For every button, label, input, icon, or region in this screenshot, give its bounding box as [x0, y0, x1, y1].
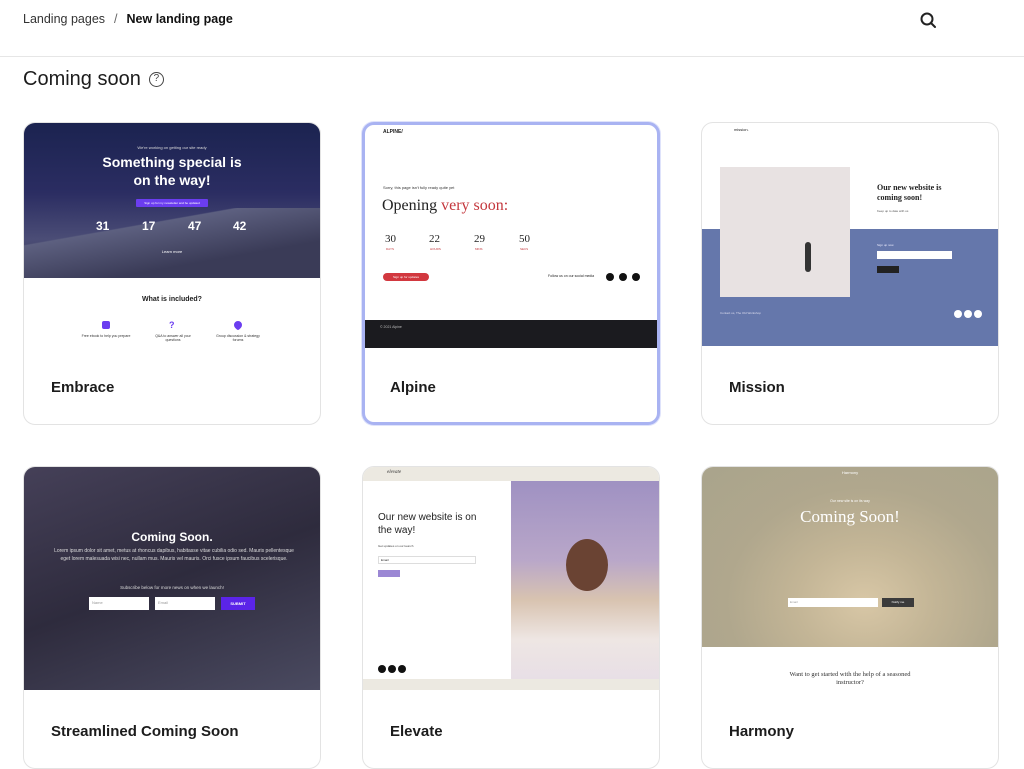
preview-follow: Follow us on our social media [548, 274, 595, 278]
template-preview: Harmony Our new site is on its way Comin… [702, 467, 998, 690]
search-icon[interactable] [918, 10, 940, 32]
template-name: Mission [729, 379, 785, 396]
preview-count-label: HOURS [430, 247, 441, 251]
preview-question: Want to get started with the help of a s… [789, 671, 911, 686]
preview-hero [24, 467, 320, 690]
twitter-icon [388, 665, 396, 673]
section-title: Coming soon [23, 68, 141, 90]
template-name: Elevate [390, 723, 443, 740]
preview-email-input: Email [155, 597, 215, 610]
instagram-icon [398, 665, 406, 673]
template-name: Embrace [51, 379, 115, 396]
instagram-icon [632, 273, 640, 281]
preview-headline: Something special is on the way! [102, 154, 242, 188]
question-icon: ? [169, 320, 175, 330]
preview-headline: Our new website is coming soon! [877, 183, 942, 202]
preview-sub: Keep up to date with us [877, 209, 909, 213]
template-preview: mission. Our new website is coming soon!… [702, 123, 998, 346]
question-circle-icon[interactable]: ? [148, 72, 164, 87]
preview-button [877, 266, 899, 273]
preview-headline: Our new website is on the way! [378, 512, 477, 536]
preview-feature: Free ebook to help you prepare [81, 334, 131, 338]
preview-submit-button: SUBMIT [221, 597, 255, 610]
facebook-icon [954, 310, 962, 318]
template-name: Streamlined Coming Soon [51, 723, 239, 740]
template-name: Alpine [390, 379, 436, 396]
template-preview: Coming Soon. Lorem ipsum dolor sit amet,… [24, 467, 320, 690]
section-heading: Coming soon ? [23, 68, 164, 91]
template-name: Harmony [729, 723, 795, 740]
preview-footer [363, 679, 659, 690]
template-card-streamlined-coming-soon[interactable]: Coming Soon. Lorem ipsum dolor sit amet,… [23, 466, 321, 769]
preview-count-days: 31 [96, 219, 110, 233]
preview-image [511, 481, 659, 679]
template-preview: ALPINE/ Sorry, this page isn't fully rea… [365, 125, 657, 348]
preview-count-hours: 17 [142, 219, 156, 233]
preview-logo: elevate [363, 467, 659, 481]
preview-count-hours: 22 [429, 233, 440, 245]
preview-portrait [566, 539, 608, 591]
preview-footer: Contact us, The Old Workshop [720, 311, 761, 315]
breadcrumb-current: New landing page [126, 12, 233, 26]
preview-signup: Sign up now [877, 243, 894, 247]
preview-headline: Opening very soon: [382, 197, 509, 214]
preview-headline: Coming Soon. [131, 530, 213, 544]
preview-button [378, 570, 400, 577]
preview-mountains [24, 208, 320, 278]
template-card-embrace[interactable]: We're working on getting our site ready … [23, 122, 321, 425]
preview-image [720, 167, 850, 297]
breadcrumb-landing-pages[interactable]: Landing pages [23, 12, 105, 26]
facebook-icon [378, 665, 386, 673]
preview-input [877, 251, 952, 259]
preview-learn-more: Learn more [161, 249, 183, 254]
preview-feature: Q&A to answer all your questions [155, 334, 191, 342]
preview-sub: Get updates on our launch [378, 544, 414, 548]
preview-footer: © 2021 Alpine [365, 320, 657, 348]
template-card-alpine[interactable]: ALPINE/ Sorry, this page isn't fully rea… [362, 122, 660, 425]
preview-kicker: Sorry, this page isn't fully ready quite… [383, 185, 455, 190]
heart-icon [232, 319, 244, 331]
preview-kicker: Our new site is on its way [830, 499, 870, 503]
preview-count-mins: 29 [474, 233, 485, 245]
book-icon [102, 321, 110, 329]
preview-email-input: Email [788, 598, 878, 607]
preview-button: Sign up for my newsletter and be updated [136, 199, 208, 207]
preview-count-secs: 50 [519, 233, 530, 245]
preview-included-title: What is included? [142, 296, 202, 303]
breadcrumb-separator: / [114, 12, 118, 26]
breadcrumb: Landing pages / New landing page [23, 12, 233, 26]
preview-email-input: Email [378, 556, 476, 564]
twitter-icon [619, 273, 627, 281]
preview-count-label: MINS [475, 247, 483, 251]
twitter-icon [964, 310, 972, 318]
preview-headline: Coming Soon! [800, 507, 900, 526]
preview-hero [702, 467, 998, 647]
preview-logo: ALPINE/ [383, 129, 403, 135]
preview-kicker: We're working on getting our site ready [137, 145, 207, 150]
preview-body: Lorem ipsum dolor sit amet, metus at rho… [54, 548, 294, 562]
template-card-elevate[interactable]: elevate Our new website is on the way! G… [362, 466, 660, 769]
preview-logo: Harmony [841, 470, 859, 475]
top-bar: Landing pages / New landing page [0, 0, 1024, 57]
preview-count-days: 30 [385, 233, 396, 245]
preview-count-label: DAYS [386, 247, 394, 251]
facebook-icon [606, 273, 614, 281]
template-card-mission[interactable]: mission. Our new website is coming soon!… [701, 122, 999, 425]
instagram-icon [974, 310, 982, 318]
preview-count-secs: 42 [233, 219, 247, 233]
preview-button: Sign up for updates [383, 273, 429, 281]
preview-feature: Group discussion & strategy forums [216, 334, 260, 342]
preview-logo: mission. [734, 127, 749, 132]
preview-button: Notify me [882, 598, 914, 607]
preview-name-input: Name [89, 597, 149, 610]
preview-count-mins: 47 [188, 219, 202, 233]
template-preview: We're working on getting our site ready … [24, 123, 320, 346]
preview-subscribe: Subscribe below for more news on when we… [120, 585, 224, 590]
template-preview: elevate Our new website is on the way! G… [363, 467, 659, 690]
template-card-harmony[interactable]: Harmony Our new site is on its way Comin… [701, 466, 999, 769]
preview-count-label: SECS [520, 247, 529, 251]
